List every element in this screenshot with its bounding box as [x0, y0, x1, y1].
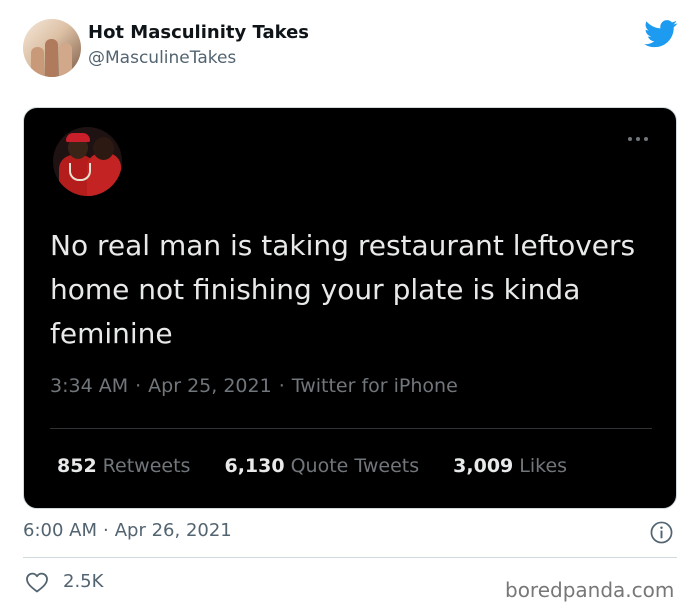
embedded-author-avatar [53, 127, 122, 196]
stat-label: Quote Tweets [290, 455, 420, 477]
stat-value: 3,009 [453, 455, 514, 477]
embedded-tweet-meta: 3:34 AM · Apr 25, 2021 · Twitter for iPhone [50, 375, 458, 397]
info-icon[interactable] [650, 521, 673, 544]
quote-tweets-stat: 6,130 Quote Tweets [224, 455, 419, 477]
embedded-divider [50, 428, 652, 429]
heart-icon[interactable] [25, 571, 49, 593]
author-display-name[interactable]: Hot Masculinity Takes [88, 22, 309, 43]
more-icon [628, 137, 648, 141]
embedded-tweet-screenshot[interactable]: No real man is taking restaurant leftove… [23, 107, 677, 509]
embedded-tweet-text: No real man is taking restaurant leftove… [50, 229, 636, 350]
footer-divider [23, 557, 677, 558]
tweet-embed: Hot Masculinity Takes @MasculineTakes No… [0, 0, 700, 612]
like-count[interactable]: 2.5K [63, 571, 103, 592]
separator: · [278, 375, 285, 397]
stat-label: Likes [519, 455, 568, 477]
avatar-figure [31, 47, 44, 77]
separator: · [135, 375, 142, 397]
embedded-tweet-stats: 852 Retweets 6,130 Quote Tweets 3,009 Likes [57, 455, 595, 477]
author-avatar[interactable] [23, 19, 81, 77]
twitter-bird-icon[interactable] [644, 20, 678, 48]
tweet-timestamp[interactable]: 6:00 AM · Apr 26, 2021 [23, 520, 232, 541]
separator: · [103, 520, 109, 541]
avatar-figure [66, 133, 90, 142]
retweets-stat: 852 Retweets [57, 455, 190, 477]
embedded-tweet-time: 3:34 AM [50, 375, 129, 397]
embedded-tweet-client: Twitter for iPhone [291, 375, 458, 397]
tweet-date: Apr 26, 2021 [114, 520, 232, 541]
likes-stat: 3,009 Likes [453, 455, 567, 477]
tweet-time: 6:00 AM [23, 520, 97, 541]
avatar-figure [45, 39, 58, 77]
boredpanda-watermark: boredpanda.com [505, 578, 675, 602]
author-handle[interactable]: @MasculineTakes [88, 48, 236, 68]
stat-value: 852 [57, 455, 97, 477]
avatar-figure [59, 43, 72, 77]
avatar-figure [93, 137, 114, 160]
stat-label: Retweets [102, 455, 191, 477]
avatar-figure [69, 163, 91, 181]
stat-value: 6,130 [224, 455, 285, 477]
embedded-tweet-date: Apr 25, 2021 [148, 375, 272, 397]
